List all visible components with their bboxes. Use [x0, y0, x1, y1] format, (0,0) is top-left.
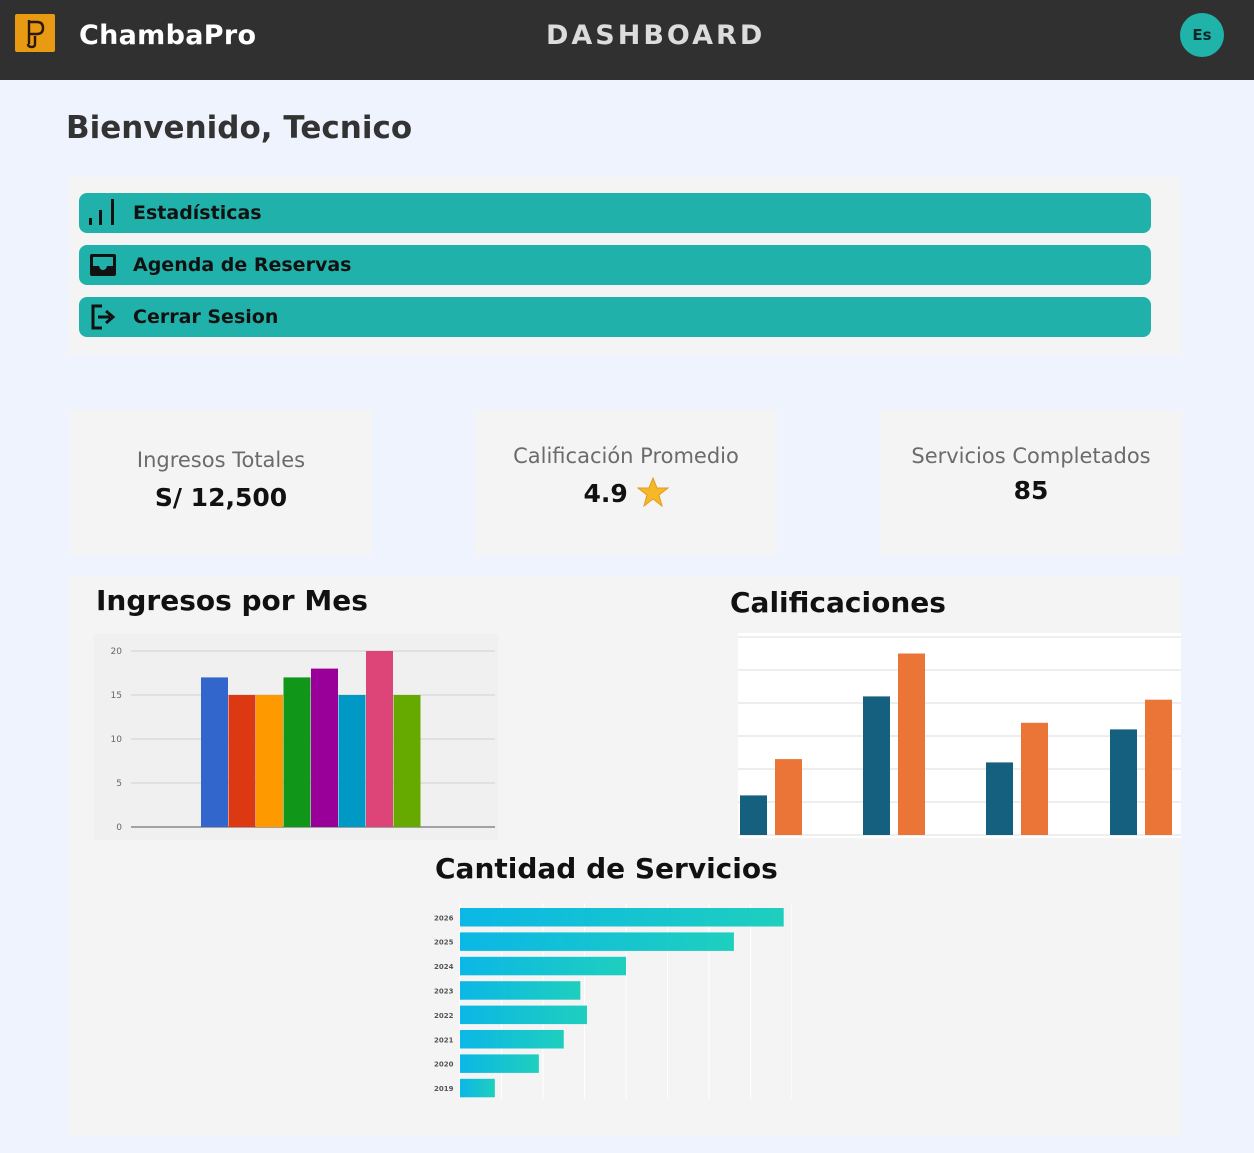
y-tick-label: 2025 [434, 939, 454, 947]
stat-label: Servicios Completados [911, 444, 1151, 468]
bar [338, 695, 366, 827]
welcome-heading: Bienvenido, Tecnico [66, 110, 413, 146]
menu-item-label: Agenda de Reservas [133, 254, 352, 276]
y-tick-label: 10 [111, 735, 123, 745]
logout-icon [88, 302, 118, 332]
chart-ingresos-por-mes: 0 5 10 15 20 [94, 634, 498, 840]
bar [460, 1054, 539, 1073]
y-tick-label: 2024 [434, 963, 454, 971]
bar [283, 677, 311, 827]
chart-title-servicios: Cantidad de Servicios [435, 852, 778, 885]
inbox-icon [88, 250, 118, 280]
y-tick-label: 2026 [434, 914, 454, 922]
bar [366, 651, 393, 827]
y-tick-label: 2019 [434, 1085, 454, 1093]
y-tick-label: 5 [116, 779, 122, 789]
stat-value: 85 [1013, 476, 1049, 505]
stat-card-calificacion: Calificación Promedio 4.9 [475, 410, 777, 555]
y-tick-label: 2023 [434, 987, 454, 995]
stat-label: Calificación Promedio [513, 444, 739, 468]
y-tick-label: 15 [111, 691, 122, 701]
bar [460, 1005, 587, 1025]
stat-value: S/ 12,500 [154, 483, 288, 512]
bar [898, 653, 925, 835]
bar [1145, 699, 1172, 835]
user-avatar[interactable]: Es [1180, 13, 1224, 57]
bar [228, 695, 256, 827]
bar [775, 759, 802, 835]
bar [460, 932, 734, 951]
bar [201, 677, 228, 827]
star-icon [636, 476, 669, 508]
chart-title-ingresos: Ingresos por Mes [96, 584, 368, 617]
bar [460, 908, 784, 927]
bar [1021, 722, 1048, 835]
bar [311, 668, 338, 827]
bar [256, 695, 283, 827]
bar [1110, 729, 1137, 835]
stat-value-row: 4.9 [475, 476, 777, 508]
menu-item-label: Cerrar Sesion [133, 306, 279, 328]
menu-agenda-button[interactable]: Agenda de Reservas [79, 245, 1151, 285]
charts-panel: Ingresos por Mes 0 5 10 15 20 Calificaciones… [69, 576, 1181, 1136]
bar [393, 695, 421, 827]
y-tick-label: 20 [111, 647, 123, 657]
menu-cerrar-sesion-button[interactable]: Cerrar Sesion [79, 297, 1151, 337]
chambapro-logo-icon[interactable] [15, 14, 55, 52]
chart-cantidad-servicios: 2026 2025 2024 2023 2022 2021 2020 2019 [434, 903, 792, 1099]
bar [863, 696, 890, 835]
menu-panel: Estadísticas Agenda de Reservas Cerrar S… [69, 177, 1181, 355]
y-tick-label: 2020 [434, 1061, 454, 1069]
chart-calificaciones [738, 633, 1181, 838]
y-tick-label: 0 [116, 823, 122, 833]
menu-item-label: Estadísticas [133, 202, 262, 224]
bar [460, 1078, 495, 1098]
menu-estadisticas-button[interactable]: Estadísticas [79, 193, 1151, 233]
bar [460, 1030, 564, 1049]
bar [460, 956, 626, 976]
chart-title-calificaciones: Calificaciones [730, 586, 946, 619]
y-tick-label: 2021 [434, 1036, 454, 1044]
brand-name[interactable]: ChambaPro [79, 20, 256, 51]
bar [986, 762, 1013, 835]
bar [460, 981, 581, 1000]
page-title: DASHBOARD [546, 20, 766, 51]
stat-card-servicios: Servicios Completados 85 [880, 410, 1182, 555]
stat-value: 4.9 [583, 479, 628, 508]
y-tick-label: 2022 [434, 1012, 454, 1020]
stat-label: Ingresos Totales [136, 448, 306, 472]
bar-chart-icon [88, 198, 118, 228]
bar [740, 795, 767, 835]
stat-card-ingresos: Ingresos Totales S/ 12,500 [70, 410, 372, 555]
top-navbar: ChambaPro DASHBOARD Es [0, 0, 1254, 80]
